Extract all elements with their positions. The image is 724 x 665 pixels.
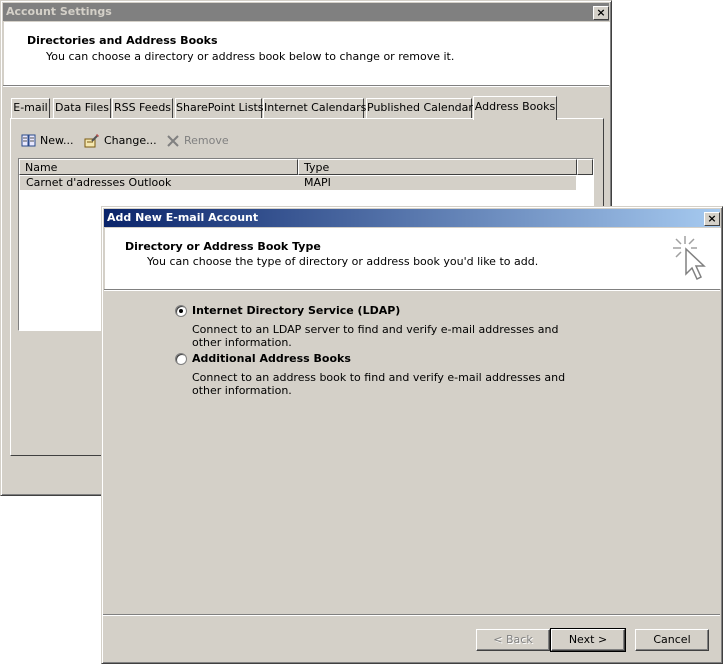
banner-divider [3,85,609,87]
cancel-button-label: Cancel [653,633,691,646]
cancel-button[interactable]: Cancel [635,629,709,651]
remove-x-icon [167,135,179,147]
dialog-footer-divider [103,614,720,616]
dialog-title: Add New E-mail Account [107,211,259,224]
tab-label: Internet Calendars [264,101,367,114]
change-button-label: Change... [104,134,157,147]
remove-button-label: Remove [184,134,229,147]
tab-internet-calendars[interactable]: Internet Calendars [263,98,367,118]
row-name-cell: Carnet d'adresses Outlook [26,176,172,189]
column-header-label: Type [304,161,330,174]
ldap-option-description: Connect to an LDAP server to find and ve… [192,323,559,349]
tab-label: RSS Feeds [113,101,172,114]
back-button-label: < Back [493,633,533,646]
ldap-radio[interactable] [175,305,187,317]
ldap-option-label[interactable]: Internet Directory Service (LDAP) [192,304,400,317]
tab-address-books[interactable]: Address Books [473,96,557,120]
column-header-type[interactable]: Type [298,159,577,175]
tab-label: E-mail [13,101,48,114]
sparkle-cursor-icon [673,236,706,281]
back-button[interactable]: < Back [476,629,550,651]
row-type-cell: MAPI [304,176,331,189]
additional-address-books-label[interactable]: Additional Address Books [192,352,351,365]
column-header-name[interactable]: Name [19,159,298,175]
tab-label: Address Books [474,100,556,113]
account-settings-close-button[interactable]: × [593,6,609,20]
new-button-label: New... [40,134,74,147]
add-new-email-account-dialog: Add New E-mail Account × Directory or Ad… [101,206,723,664]
dialog-banner-subtitle: You can choose the type of directory or … [147,255,539,268]
dialog-titlebar[interactable]: Add New E-mail Account [104,209,720,227]
account-settings-titlebar[interactable]: Account Settings [3,3,609,21]
tab-email[interactable]: E-mail [11,98,50,118]
banner-subtitle: You can choose a directory or address bo… [46,50,455,63]
tab-label: SharePoint Lists [176,101,264,114]
additional-address-books-description: Connect to an address book to find and v… [192,371,566,397]
banner-heading: Directories and Address Books [27,34,218,47]
tab-published-calendars[interactable]: Published Calendars [366,98,479,118]
radio-selected-dot [179,309,183,313]
column-header-label: Name [25,161,58,174]
tab-label: Data Files [55,101,109,114]
next-button[interactable]: Next > [550,628,626,652]
close-icon: × [596,6,606,19]
tab-label: Published Calendars [367,101,479,114]
account-settings-banner: Directories and Address Books You can ch… [4,22,610,85]
table-row[interactable]: Carnet d'adresses Outlook MAPI [20,176,576,190]
change-settings-icon [84,134,99,148]
column-header-filler [577,159,593,175]
tab-rss-feeds[interactable]: RSS Feeds [112,98,173,118]
account-settings-title: Account Settings [6,5,112,18]
dialog-banner-divider [104,289,720,291]
close-icon: × [707,212,717,225]
additional-address-books-radio[interactable] [175,353,187,365]
dialog-close-button[interactable]: × [704,212,720,226]
dialog-banner: Directory or Address Book Type You can c… [105,228,721,289]
next-button-label: Next > [568,633,608,646]
dialog-banner-heading: Directory or Address Book Type [125,240,321,253]
address-book-icon [21,134,36,147]
tab-data-files[interactable]: Data Files [53,98,111,118]
tab-sharepoint-lists[interactable]: SharePoint Lists [175,98,264,118]
